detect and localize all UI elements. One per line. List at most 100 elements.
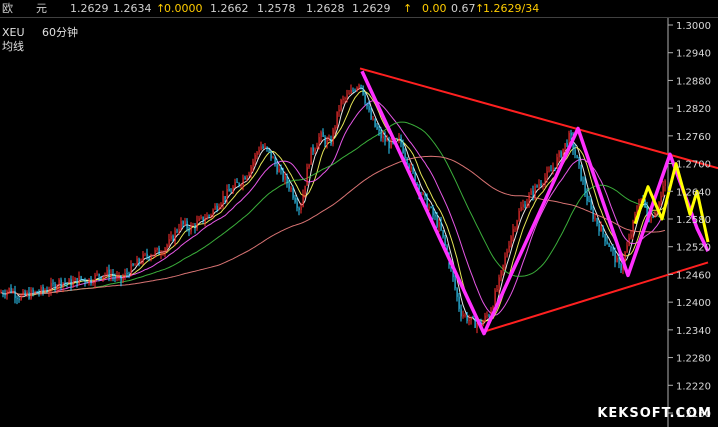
candle-body: [278, 168, 280, 173]
watermark: KEKSOFT.COM: [597, 406, 712, 421]
candle-body: [86, 282, 88, 284]
candle-body: [468, 320, 470, 322]
candle-body: [312, 147, 314, 152]
candle-body: [436, 216, 438, 227]
candle-body: [524, 204, 526, 208]
candle-body: [212, 209, 214, 215]
candle-body: [200, 216, 202, 219]
candle-body: [72, 280, 74, 287]
candle-body: [94, 274, 96, 284]
candle-body: [166, 244, 168, 249]
candle-body: [150, 255, 152, 259]
quote-close: 1.2629: [352, 2, 391, 15]
candle-body: [56, 286, 58, 290]
candle-body: [82, 279, 84, 281]
candle-body: [310, 147, 312, 165]
candle-body: [156, 247, 158, 251]
candle-body: [582, 180, 584, 182]
quote-name-2: 元: [36, 2, 47, 15]
candle-body: [588, 201, 590, 202]
candle-body: [520, 206, 522, 211]
candle-body: [652, 216, 654, 218]
candle-body: [334, 126, 336, 130]
candle-body: [378, 128, 380, 132]
candle-body: [662, 186, 664, 196]
candle-body: [444, 236, 446, 246]
candle-body: [268, 149, 270, 151]
candle-body: [306, 167, 308, 186]
candle-body: [402, 143, 404, 153]
candle-body: [24, 291, 26, 296]
candle-body: [286, 175, 288, 184]
chart-canvas[interactable]: 1.3000 1.2940 1.2880 1.2820 1.2760 1.2700 1.26…: [0, 0, 718, 427]
candle-body: [532, 190, 534, 196]
candle-body: [320, 132, 322, 138]
candle-body: [118, 275, 120, 277]
candle-body: [232, 187, 234, 193]
candle-body: [116, 276, 118, 279]
candle-body: [462, 315, 464, 317]
candle-body: [162, 253, 164, 255]
candle-body: [42, 286, 44, 291]
candle-body: [564, 143, 566, 149]
candle-body: [142, 254, 144, 263]
quote-pct: 0.67: [451, 2, 476, 15]
candle-body: [614, 250, 616, 263]
y-tick-label: 1.2280: [676, 354, 711, 365]
candle-body: [260, 146, 262, 150]
candle-body: [540, 184, 542, 185]
candle-body: [210, 214, 212, 216]
candle-body: [348, 93, 350, 95]
candle-body: [224, 196, 226, 200]
candle-body: [460, 308, 462, 317]
candle-body: [222, 196, 224, 204]
candle-body: [456, 288, 458, 297]
candle-body: [202, 216, 204, 222]
candle-body: [252, 161, 254, 167]
candle-body: [120, 275, 122, 281]
candle-body: [566, 143, 568, 147]
quote-high: 1.2662: [210, 2, 249, 15]
candle-body: [52, 282, 54, 284]
candle-body: [172, 235, 174, 241]
candle-body: [422, 193, 424, 195]
candle-body: [322, 132, 324, 137]
candle-body: [596, 218, 598, 225]
candle-body: [70, 279, 72, 287]
candle-body: [508, 245, 510, 252]
candle-body: [384, 136, 386, 142]
candle-body: [374, 118, 376, 127]
quote-ask: 1.2634: [113, 2, 152, 15]
candle-body: [84, 279, 86, 283]
candle-body: [386, 140, 388, 142]
candle-body: [254, 154, 256, 162]
candle-body: [238, 182, 240, 186]
candle-body: [342, 98, 344, 100]
quote-bar: 欧 元 1.2629 1.2634 ↑ 0.0000 1.2662 1.2578…: [0, 0, 718, 18]
candle-body: [522, 204, 524, 207]
candle-body: [534, 185, 536, 196]
candle-body: [626, 245, 628, 253]
candle-body: [610, 246, 612, 248]
candle-body: [26, 292, 28, 296]
candle-body: [280, 168, 282, 170]
candle-body: [106, 269, 108, 275]
candle-body: [562, 148, 564, 157]
candle-body: [300, 206, 302, 211]
candle-body: [574, 149, 576, 156]
candle-body: [54, 283, 56, 290]
period-label: 60分钟: [42, 26, 79, 39]
candle-body: [660, 195, 662, 203]
candle-body: [246, 175, 248, 180]
candle-body: [276, 163, 278, 173]
candle-body: [616, 257, 618, 263]
candle-body: [544, 177, 546, 185]
candle-body: [604, 234, 606, 242]
candle-body: [576, 155, 578, 159]
candle-body: [16, 297, 18, 299]
candle-body: [102, 276, 104, 279]
candle-body: [388, 140, 390, 149]
candle-body: [620, 263, 622, 271]
candle-body: [302, 194, 304, 207]
candle-body: [536, 185, 538, 187]
